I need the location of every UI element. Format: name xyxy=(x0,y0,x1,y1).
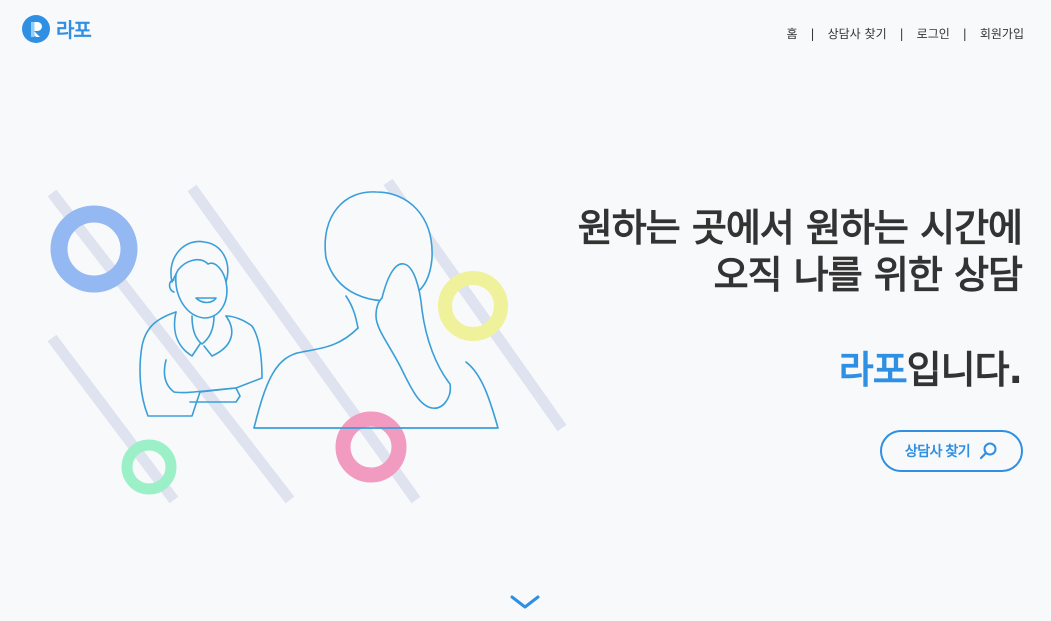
nav-login[interactable]: 로그인 xyxy=(917,25,950,42)
headline-line-2: 오직 나를 위한 상담 xyxy=(713,253,1023,297)
chevron-down-icon[interactable] xyxy=(509,592,541,612)
nav-separator: | xyxy=(962,26,967,41)
stripe xyxy=(47,334,179,504)
client-figure xyxy=(253,191,499,429)
counseling-illustration xyxy=(47,178,567,504)
logo[interactable]: 라포 xyxy=(22,14,92,43)
counselor-neck xyxy=(191,315,215,345)
top-nav: 홈 | 상담사 찾기 | 로그인 | 회원가입 xyxy=(787,25,1025,42)
counselor-collar-right xyxy=(203,315,233,357)
client-hair-back xyxy=(375,263,452,409)
logo-text: 라포 xyxy=(56,18,92,42)
counselor-hair xyxy=(170,240,229,283)
nav-find-counselor[interactable]: 상담사 찾기 xyxy=(828,25,887,42)
nav-separator: | xyxy=(899,26,904,41)
search-icon xyxy=(980,442,997,460)
header: 라포 홈 | 상담사 찾기 | 로그인 | 회원가입 xyxy=(0,0,1051,60)
nav-separator: | xyxy=(810,26,815,41)
brand-name: 라포 xyxy=(838,348,908,392)
client-neck xyxy=(345,295,359,329)
counselor-mouth xyxy=(195,297,217,304)
nav-home[interactable]: 홈 xyxy=(787,25,798,42)
headline-line-1: 원하는 곳에서 원하는 시간에 xyxy=(577,206,1023,250)
brand-suffix: 입니다. xyxy=(906,348,1023,392)
find-counselor-button[interactable]: 상담사 찾기 xyxy=(880,430,1023,472)
counselor-face xyxy=(175,273,228,319)
logo-r-icon xyxy=(22,14,50,43)
hero: 원하는 곳에서 원하는 시간에 오직 나를 위한 상담 라포입니다. xyxy=(577,205,1023,395)
find-counselor-button-label: 상담사 찾기 xyxy=(904,443,971,459)
nav-signup[interactable]: 회원가입 xyxy=(980,25,1024,42)
brand-line: 라포입니다. xyxy=(578,345,1023,395)
